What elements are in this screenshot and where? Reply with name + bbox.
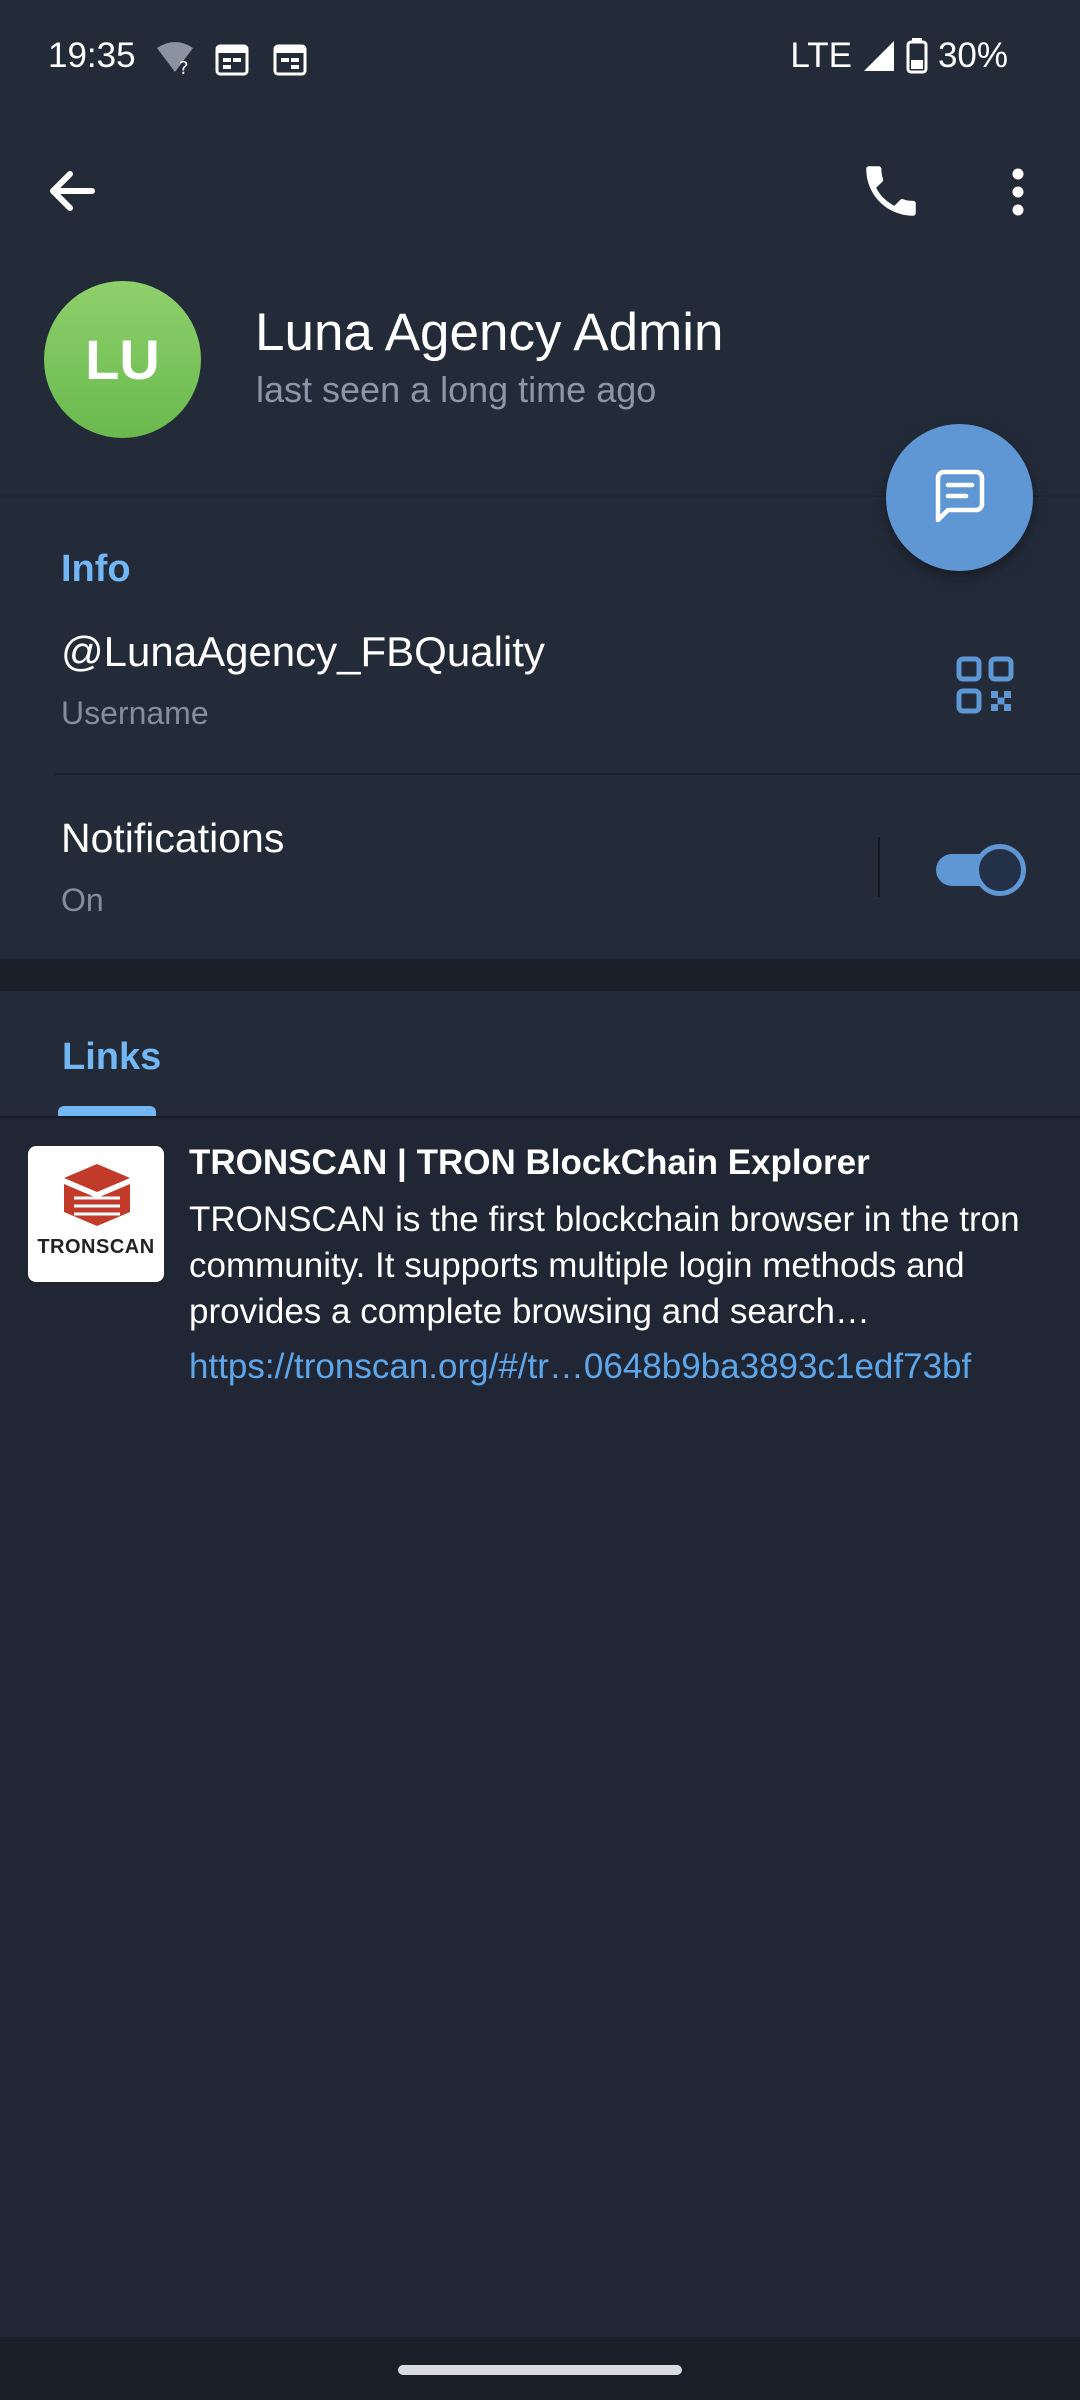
info-section-title: Info bbox=[61, 548, 131, 590]
username-row[interactable] bbox=[0, 600, 1080, 772]
status-right: LTE 30% bbox=[790, 36, 1008, 76]
arrow-back-icon bbox=[50, 171, 95, 211]
status-time: 19:35 bbox=[48, 36, 136, 75]
wifi-question-icon: ? bbox=[157, 42, 193, 79]
avatar[interactable]: LU bbox=[44, 281, 201, 438]
tronscan-logo-icon bbox=[64, 1164, 130, 1226]
vertical-divider bbox=[878, 837, 880, 897]
notifications-row[interactable] bbox=[0, 776, 860, 956]
notifications-value: On bbox=[61, 882, 104, 918]
more-options-button[interactable] bbox=[990, 160, 1046, 224]
calendar-icon bbox=[273, 44, 307, 76]
tab-indicator bbox=[58, 1106, 156, 1116]
notifications-label: Notifications bbox=[61, 815, 285, 861]
battery-percent: 30% bbox=[937, 36, 1008, 75]
divider bbox=[55, 773, 1080, 775]
home-indicator[interactable] bbox=[398, 2365, 682, 2375]
tab-links[interactable]: Links bbox=[62, 1036, 161, 1079]
more-vert-icon bbox=[1012, 168, 1024, 216]
back-button[interactable] bbox=[40, 160, 104, 224]
thumbnail-label: TRONSCAN bbox=[37, 1236, 155, 1258]
profile-name: Luna Agency Admin bbox=[255, 303, 724, 362]
username-label: Username bbox=[61, 695, 209, 731]
battery-icon bbox=[906, 38, 928, 74]
message-fab-button[interactable] bbox=[886, 424, 1033, 571]
signal-icon bbox=[863, 41, 894, 71]
link-description: TRONSCAN is the first blockchain browser… bbox=[189, 1200, 1020, 1331]
message-icon bbox=[935, 469, 984, 522]
link-url[interactable]: https://tronscan.org/#/tr…0648b9ba3893c1… bbox=[189, 1347, 971, 1387]
qr-code-button[interactable] bbox=[955, 655, 1015, 715]
calendar-icon bbox=[215, 44, 249, 76]
toggle-knob bbox=[974, 844, 1026, 896]
section-gap bbox=[0, 959, 1080, 991]
svg-text:?: ? bbox=[179, 58, 189, 79]
tab-divider bbox=[0, 1116, 1080, 1118]
link-title: TRONSCAN | TRON BlockChain Explorer bbox=[189, 1143, 870, 1182]
qr-code-icon bbox=[956, 656, 1014, 714]
status-icons: ? bbox=[157, 42, 307, 79]
call-button[interactable] bbox=[858, 158, 924, 224]
network-label: LTE bbox=[790, 36, 852, 75]
shared-media-tabs bbox=[0, 991, 1080, 1117]
username-value[interactable]: @LunaAgency_FBQuality bbox=[61, 628, 545, 676]
phone-icon bbox=[866, 166, 916, 216]
notifications-toggle[interactable] bbox=[932, 840, 1026, 896]
link-thumbnail: TRONSCAN bbox=[28, 1146, 164, 1282]
last-seen-status: last seen a long time ago bbox=[256, 369, 657, 410]
